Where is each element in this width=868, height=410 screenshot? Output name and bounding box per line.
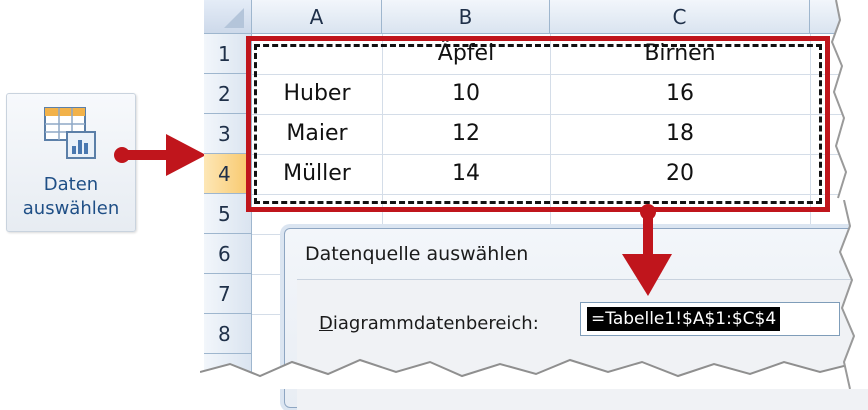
dialog-title: Datenquelle auswählen [305, 243, 529, 265]
select-all-corner[interactable] [204, 0, 252, 34]
copy-marquee-border [254, 44, 822, 204]
row-header-3[interactable]: 3 [204, 114, 252, 154]
row-header-6[interactable]: 6 [204, 234, 252, 274]
dialog-body [297, 279, 868, 410]
row-header-4[interactable]: 4 [204, 154, 252, 194]
row-header-8[interactable]: 8 [204, 314, 252, 354]
chart-data-range-input[interactable]: =Tabelle1!$A$1:$C$4 [580, 302, 840, 336]
select-data-table-chart-icon [44, 107, 96, 159]
select-data-label-line2: auswählen [22, 198, 120, 219]
column-header-b[interactable]: B [382, 0, 550, 34]
row-header-2[interactable]: 2 [204, 74, 252, 114]
column-header-a[interactable]: A [252, 0, 382, 34]
chart-data-range-label-text: iagrammdatenbereich: [332, 313, 539, 334]
row-header-5[interactable]: 5 [204, 194, 252, 234]
chart-data-range-accesskey: D [319, 313, 333, 334]
chart-data-range-label: Diagrammdatenbereich: [319, 313, 539, 334]
row-header-1[interactable]: 1 [204, 34, 252, 74]
chart-data-range-value: =Tabelle1!$A$1:$C$4 [587, 307, 781, 331]
column-header-d[interactable] [810, 0, 868, 34]
select-data-label-line1: Daten [43, 174, 99, 195]
select-data-button[interactable]: Daten auswählen [6, 93, 136, 232]
row-header-7[interactable]: 7 [204, 274, 252, 314]
column-header-c[interactable]: C [550, 0, 810, 34]
row-header-9[interactable] [204, 354, 252, 389]
